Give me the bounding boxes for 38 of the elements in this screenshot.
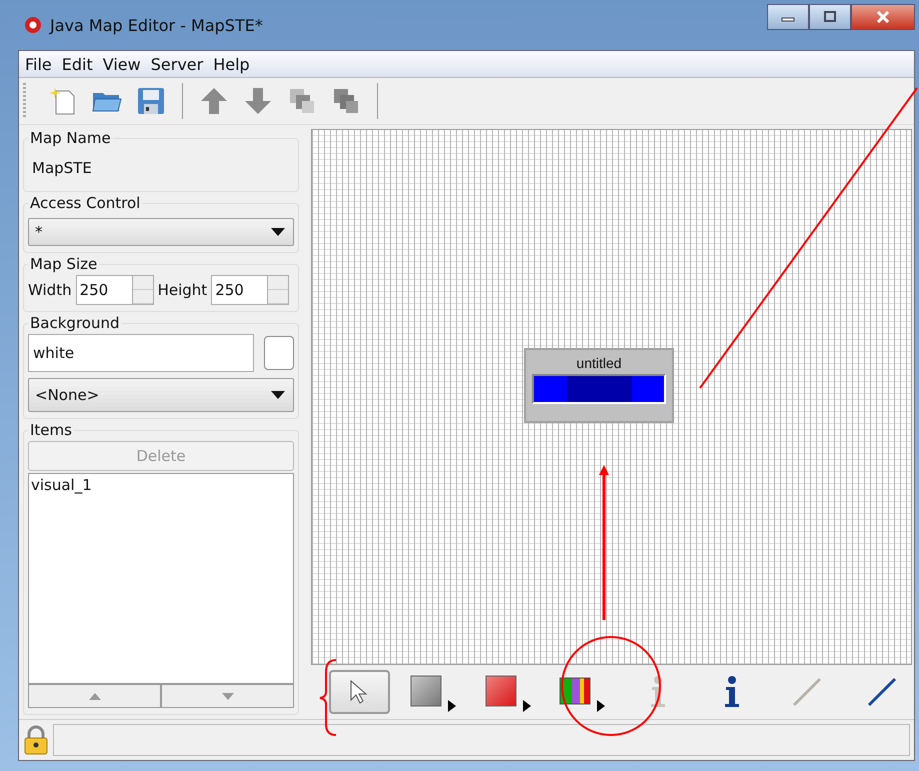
background-image-dropdown[interactable]: <None> (28, 378, 294, 412)
move-down-button[interactable] (161, 684, 294, 708)
width-spinner[interactable]: 250 (76, 275, 154, 305)
up-triangle-icon (88, 692, 100, 700)
down-triangle-icon (222, 692, 234, 700)
menu-item[interactable]: Server (150, 54, 204, 74)
map-widget[interactable]: untitled (524, 348, 674, 423)
background-color-field[interactable]: white (28, 334, 254, 372)
menu-item[interactable]: Help (213, 54, 250, 74)
move-up-button[interactable] (28, 684, 161, 708)
map-name-text: MapSTE (31, 158, 93, 179)
group-label: Background (29, 314, 120, 332)
group-label: Items (29, 421, 73, 439)
line-icon (866, 677, 897, 707)
group-label: Map Name (29, 129, 112, 147)
height-label: Height (158, 281, 208, 299)
line-icon (792, 677, 822, 707)
minimize-button[interactable] (767, 4, 809, 30)
group-label: Access Control (29, 194, 142, 212)
padlock-icon (23, 725, 49, 755)
access-control-dropdown[interactable]: * (28, 218, 294, 246)
maximize-button[interactable] (809, 4, 851, 30)
widget-title: untitled (576, 355, 622, 371)
toolbar-grip (23, 83, 26, 119)
close-button[interactable] (851, 4, 915, 30)
maximize-icon (822, 11, 838, 23)
app-logo-icon (24, 16, 42, 34)
menu-item[interactable]: View (102, 54, 141, 74)
window-title: Java Map Editor - MapSTE* (50, 16, 263, 34)
menu-item[interactable]: Edit (62, 54, 93, 74)
list-item[interactable]: visual_1 (29, 474, 293, 496)
color-swatch-button[interactable] (264, 336, 294, 370)
width-label: Width (28, 281, 72, 299)
pointer-tool-button[interactable] (329, 670, 390, 714)
close-icon (875, 11, 891, 23)
menu-item[interactable]: File (25, 54, 52, 74)
group-label: Map Size (29, 255, 98, 273)
height-spinner[interactable]: 250 (211, 275, 290, 305)
